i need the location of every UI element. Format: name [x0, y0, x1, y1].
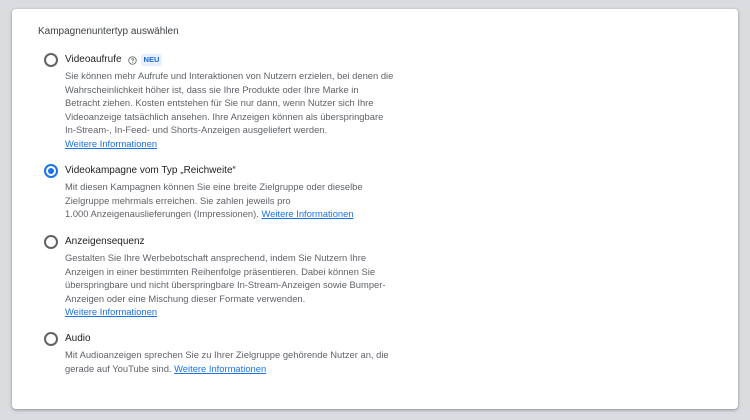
description-line: In-Stream-, In-Feed- und Shorts-Anzeigen…	[65, 124, 328, 135]
option-label: Audio	[65, 333, 91, 344]
option-description: Sie können mehr Aufrufe und Interaktione…	[65, 69, 415, 150]
option-description: Gestalten Sie Ihre Werbebotschaft anspre…	[65, 251, 415, 319]
description-line: Gestalten Sie Ihre Werbebotschaft anspre…	[65, 252, 367, 263]
description-line: Mit diesen Kampagnen können Sie eine bre…	[65, 181, 363, 192]
radio-reach[interactable]	[44, 164, 58, 178]
option-label-row: Audio	[65, 332, 415, 346]
description-line: Wahrscheinlichkeit höher ist, dass sie I…	[65, 83, 359, 95]
option-description: Mit diesen Kampagnen können Sie eine bre…	[65, 180, 415, 221]
option-label-row: Videoaufrufe NEU	[65, 53, 415, 67]
radio-ad-sequence[interactable]	[44, 235, 58, 249]
option-label: Videoaufrufe	[65, 54, 122, 65]
learn-more-link[interactable]: Weitere Informationen	[65, 138, 157, 149]
help-circle-icon[interactable]	[127, 55, 137, 65]
description-line: Anzeigen oder eine Mischung dieser Forma…	[65, 292, 306, 304]
description-line: gerade auf YouTube sind.	[65, 362, 172, 374]
learn-more-link[interactable]: Weitere Informationen	[174, 363, 266, 374]
option-label-row: Anzeigensequenz	[65, 235, 415, 249]
description-line: 1.000 Anzeigenauslieferungen (Impression…	[65, 208, 259, 219]
description-line: Mit Audioanzeigen sprechen Sie zu Ihrer …	[65, 349, 389, 360]
learn-more-link[interactable]: Weitere Informationen	[65, 306, 157, 317]
description-line: Zielgruppe mehrmals erreichen. Sie zahle…	[65, 194, 291, 206]
description-line: Anzeigen in einer bestimmten Reihenfolge…	[65, 265, 376, 277]
radio-audio[interactable]	[44, 332, 58, 346]
option-label: Videokampagne vom Typ „Reichweite“	[65, 165, 236, 176]
new-badge: NEU	[140, 54, 163, 66]
description-line: Videoanzeige tatsächlich ansehen. Ihre A…	[65, 110, 384, 122]
campaign-subtype-card: Kampagnenuntertyp auswählen Videoaufrufe…	[12, 9, 738, 409]
option-description: Mit Audioanzeigen sprechen Sie zu Ihrer …	[65, 348, 415, 375]
radio-video-views[interactable]	[44, 53, 58, 67]
description-line: Betracht ziehen. Kosten entstehen für Si…	[65, 97, 374, 108]
description-line: überspringbare und nicht überspringbare …	[65, 279, 386, 290]
option-label: Anzeigensequenz	[65, 236, 145, 247]
section-title: Kampagnenuntertyp auswählen	[38, 26, 179, 37]
option-label-row: Videokampagne vom Typ „Reichweite“	[65, 164, 415, 178]
description-line: Sie können mehr Aufrufe und Interaktione…	[65, 70, 394, 81]
learn-more-link[interactable]: Weitere Informationen	[262, 208, 354, 219]
